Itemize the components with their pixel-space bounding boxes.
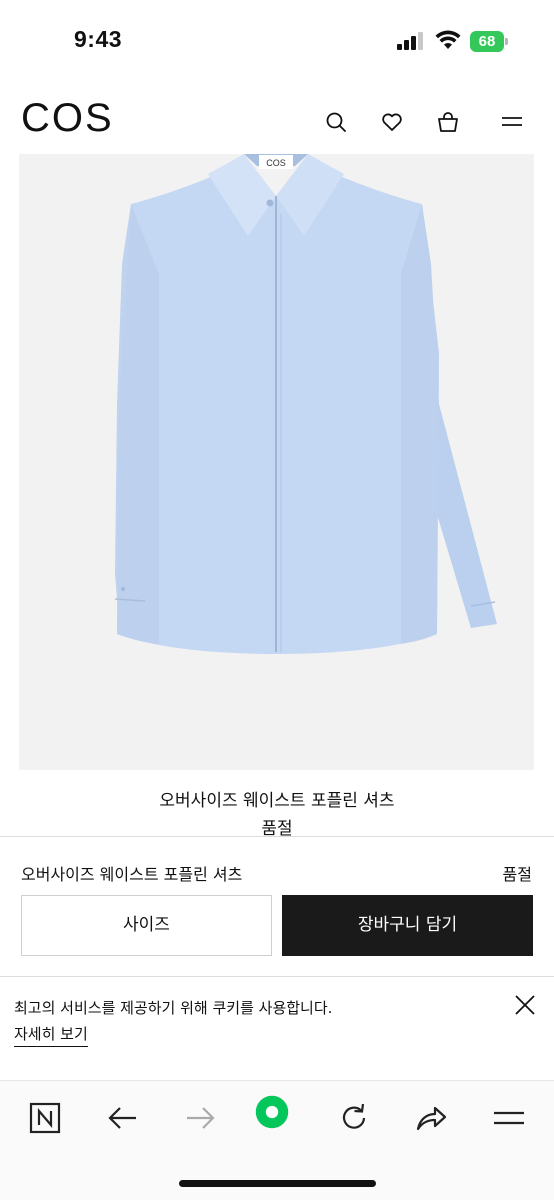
reload-icon[interactable] (337, 1101, 371, 1135)
site-header: COS (0, 86, 554, 154)
signal-icon (397, 32, 425, 50)
menu-icon[interactable] (500, 110, 524, 134)
share-icon[interactable] (414, 1101, 448, 1135)
green-dot-icon[interactable] (255, 1095, 299, 1139)
battery-icon: 68 (470, 31, 508, 52)
size-button[interactable]: 사이즈 (21, 895, 272, 956)
forward-arrow-icon[interactable] (183, 1101, 217, 1135)
battery-level: 68 (478, 33, 496, 50)
purchase-bar-status: 품절 (502, 865, 532, 884)
cos-logo[interactable]: COS (21, 96, 114, 141)
status-bar: 9:43 68 (0, 0, 554, 84)
product-name[interactable]: 오버사이즈 웨이스트 포플린 셔츠 (0, 786, 554, 811)
bag-icon[interactable] (436, 110, 460, 134)
search-icon[interactable] (324, 110, 348, 134)
cookie-banner: 최고의 서비스를 제공하기 위해 쿠키를 사용합니다. 자세히 보기 (0, 976, 554, 1080)
back-arrow-icon[interactable] (106, 1101, 140, 1135)
purchase-bar-product-name: 오버사이즈 웨이스트 포플린 셔츠 (21, 865, 243, 884)
cookie-details-link[interactable]: 자세히 보기 (14, 1023, 88, 1047)
status-time: 9:43 (74, 26, 123, 52)
naver-n-icon[interactable] (28, 1101, 62, 1135)
close-icon[interactable] (514, 994, 536, 1016)
neck-label: COS (266, 158, 286, 168)
wifi-icon (435, 30, 461, 50)
purchase-bar: 오버사이즈 웨이스트 포플린 셔츠 품절 사이즈 장바구니 담기 (0, 836, 554, 976)
home-indicator (179, 1180, 376, 1187)
toolbar-menu-icon[interactable] (492, 1101, 526, 1135)
heart-icon[interactable] (380, 110, 404, 134)
shirt-illustration: COS (114, 154, 497, 654)
cookie-text: 최고의 서비스를 제공하기 위해 쿠키를 사용합니다. (14, 999, 333, 1017)
product-image[interactable]: COS (19, 154, 534, 770)
add-to-cart-button[interactable]: 장바구니 담기 (282, 895, 533, 956)
